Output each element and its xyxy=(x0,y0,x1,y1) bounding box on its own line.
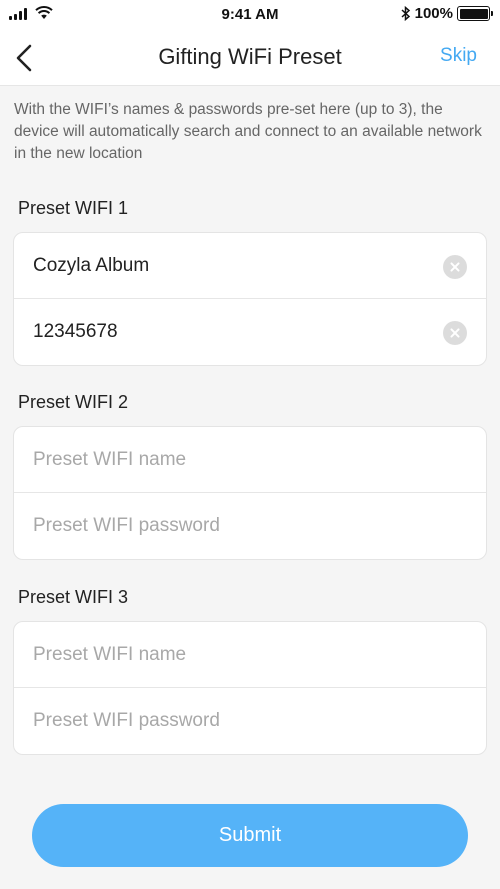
preset-1-name-row xyxy=(14,233,486,299)
preset-3-password-row xyxy=(14,688,486,754)
submit-button[interactable]: Submit xyxy=(32,804,468,867)
preset-1-password-row xyxy=(14,299,486,365)
preset-2-label: Preset WIFI 2 xyxy=(18,392,129,412)
preset-3-name-input[interactable] xyxy=(33,643,423,666)
preset-1-label: Preset WIFI 1 xyxy=(18,198,129,218)
nav-bar: Gifting WiFi Preset Skip xyxy=(0,30,500,86)
preset-3-password-input[interactable] xyxy=(33,710,423,732)
status-right: 100% xyxy=(401,5,493,22)
intro-text: With the WIFI’s names & passwords pre-se… xyxy=(14,101,482,162)
preset-3-card xyxy=(13,621,487,755)
preset-1-card xyxy=(13,232,487,366)
clear-icon[interactable] xyxy=(443,321,467,345)
bluetooth-icon xyxy=(401,6,410,21)
battery-icon xyxy=(457,6,493,21)
battery-percentage: 100% xyxy=(414,5,453,22)
preset-2-card xyxy=(13,426,487,560)
preset-3-label: Preset WIFI 3 xyxy=(18,587,129,607)
status-bar: 9:41 AM 100% xyxy=(0,0,500,30)
preset-3-name-row xyxy=(14,622,486,688)
page-title: Gifting WiFi Preset xyxy=(158,44,342,69)
preset-1-password-input[interactable] xyxy=(33,321,423,343)
skip-button[interactable]: Skip xyxy=(440,45,477,67)
preset-2-name-input[interactable] xyxy=(33,448,423,471)
preset-1-name-input[interactable] xyxy=(33,254,423,277)
clear-icon[interactable] xyxy=(443,255,467,279)
preset-2-password-row xyxy=(14,493,486,559)
preset-2-name-row xyxy=(14,427,486,493)
preset-2-password-input[interactable] xyxy=(33,515,423,537)
